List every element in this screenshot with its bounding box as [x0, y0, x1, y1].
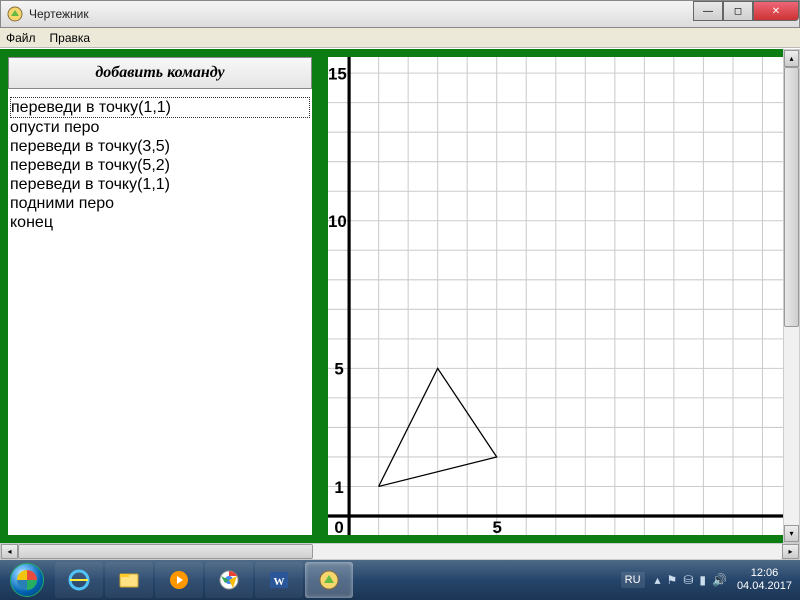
scroll-up-arrow-icon[interactable]: ▴ — [784, 50, 799, 67]
svg-text:5: 5 — [493, 518, 502, 535]
command-list[interactable]: переведи в точку(1,1) опусти перо переве… — [8, 95, 312, 535]
language-indicator[interactable]: RU — [621, 572, 645, 588]
start-button[interactable] — [0, 560, 54, 600]
menubar: Файл Правка — [0, 28, 800, 48]
flag-icon[interactable]: ⚑ — [667, 573, 678, 587]
time: 12:06 — [737, 567, 792, 580]
svg-text:1: 1 — [334, 478, 343, 497]
taskbar-media-player[interactable] — [155, 562, 203, 598]
canvas-panel: Y 15 10 5 1 0 5 — [320, 49, 800, 543]
taskbar-word[interactable]: W — [255, 562, 303, 598]
svg-text:W: W — [274, 576, 285, 588]
taskbar-explorer[interactable] — [105, 562, 153, 598]
system-tray: RU ▴ ⚑ ⛁ ▮ 🔊 12:06 04.04.2017 — [613, 567, 800, 593]
vertical-scrollbar[interactable]: ▴ ▾ — [783, 49, 800, 543]
menu-file[interactable]: Файл — [6, 31, 36, 45]
maximize-button[interactable]: ◻ — [723, 1, 753, 21]
svg-text:15: 15 — [328, 64, 347, 83]
taskbar-ie[interactable] — [55, 562, 103, 598]
taskbar-current-app[interactable] — [305, 562, 353, 598]
taskbar-chrome[interactable] — [205, 562, 253, 598]
app-icon — [7, 6, 23, 22]
window-titlebar: Чертежник — ◻ ✕ — [0, 0, 800, 28]
svg-text:10: 10 — [328, 212, 347, 231]
scroll-thumb[interactable] — [18, 544, 313, 559]
command-panel: добавить команду переведи в точку(1,1) о… — [0, 49, 320, 543]
svg-text:0: 0 — [334, 518, 343, 535]
tray-icons: ▴ ⚑ ⛁ ▮ 🔊 — [655, 573, 727, 587]
workspace: добавить команду переведи в точку(1,1) о… — [0, 49, 800, 543]
command-item[interactable]: конец — [10, 213, 310, 232]
taskbar: W RU ▴ ⚑ ⛁ ▮ 🔊 12:06 04.04.2017 — [0, 560, 800, 600]
network-icon[interactable]: ⛁ — [683, 573, 693, 587]
battery-icon[interactable]: ▮ — [699, 573, 706, 587]
window-title: Чертежник — [29, 7, 89, 21]
scroll-down-arrow-icon[interactable]: ▾ — [784, 525, 799, 542]
client-area: добавить команду переведи в точку(1,1) о… — [0, 49, 800, 560]
menu-edit[interactable]: Правка — [50, 31, 91, 45]
date: 04.04.2017 — [737, 580, 792, 593]
volume-icon[interactable]: 🔊 — [712, 573, 727, 587]
scroll-left-arrow-icon[interactable]: ◂ — [1, 544, 18, 559]
add-command-button[interactable]: добавить команду — [8, 57, 312, 89]
window-controls: — ◻ ✕ — [693, 1, 799, 21]
windows-orb-icon — [10, 563, 44, 597]
tray-up-icon[interactable]: ▴ — [655, 573, 661, 587]
command-item[interactable]: переведи в точку(5,2) — [10, 156, 310, 175]
svg-text:5: 5 — [334, 360, 343, 379]
command-item[interactable]: переведи в точку(3,5) — [10, 137, 310, 156]
scroll-thumb[interactable] — [784, 67, 799, 327]
horizontal-scrollbar[interactable]: ◂ ▸ — [0, 543, 800, 560]
close-button[interactable]: ✕ — [753, 1, 799, 21]
scroll-right-arrow-icon[interactable]: ▸ — [782, 544, 799, 559]
clock[interactable]: 12:06 04.04.2017 — [737, 567, 792, 593]
drawing-canvas[interactable]: Y 15 10 5 1 0 5 — [328, 57, 792, 535]
command-item[interactable]: подними перо — [10, 194, 310, 213]
command-item[interactable]: опусти перо — [10, 118, 310, 137]
command-item[interactable]: переведи в точку(1,1) — [10, 97, 310, 118]
minimize-button[interactable]: — — [693, 1, 723, 21]
command-item[interactable]: переведи в точку(1,1) — [10, 175, 310, 194]
